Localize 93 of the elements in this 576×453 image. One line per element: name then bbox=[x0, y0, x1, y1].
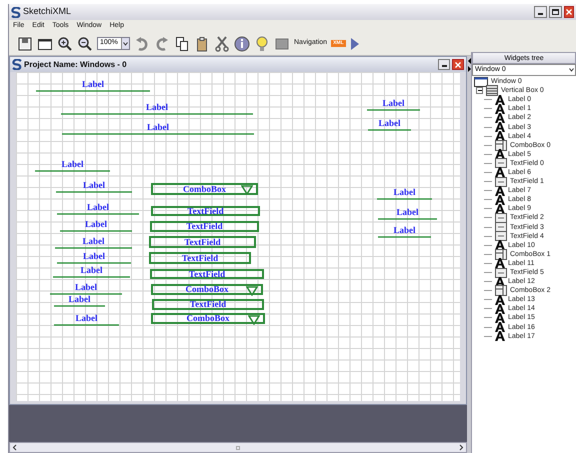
play-icon[interactable] bbox=[350, 36, 360, 50]
letter-a-icon bbox=[495, 122, 505, 132]
sketch-label: Label bbox=[82, 181, 105, 190]
combobox-icon bbox=[495, 285, 507, 296]
collapse-toggle-icon[interactable] bbox=[476, 87, 483, 94]
save-icon[interactable] bbox=[17, 36, 33, 52]
drawing-canvas[interactable]: Label Label Label Label Label Label Label ComboBox Label Label TextField Label Label TextField Label Label TextField Label TextField Label TextField Label ComboBox Label TextField Label ComboBox bbox=[16, 72, 460, 401]
sketch-label: Label bbox=[68, 295, 90, 304]
copy-icon[interactable] bbox=[174, 36, 190, 52]
sketch-label: Label bbox=[84, 220, 107, 229]
letter-a-icon bbox=[495, 304, 505, 314]
text-field-icon bbox=[495, 231, 507, 242]
text-field-icon bbox=[495, 268, 507, 278]
text-field-icon bbox=[495, 212, 507, 223]
sketch-label: Label bbox=[80, 266, 102, 275]
text-field-icon bbox=[495, 222, 507, 232]
close-icon bbox=[566, 9, 572, 15]
sketch-label: Label bbox=[75, 314, 98, 323]
letter-a-icon bbox=[495, 94, 505, 105]
combobox-icon bbox=[495, 248, 507, 260]
sketch-label: Label bbox=[396, 208, 418, 217]
app-logo-icon bbox=[11, 6, 21, 18]
stroke-line bbox=[54, 324, 119, 326]
sketch-label: Label bbox=[61, 160, 84, 169]
stroke-line bbox=[60, 230, 132, 232]
horizontal-scrollbar[interactable] bbox=[9, 442, 467, 453]
sketch-combobox: ComboBox bbox=[151, 183, 258, 195]
sketch-textfield: TextField bbox=[149, 236, 256, 248]
stroke-line bbox=[368, 129, 411, 131]
scissors-icon[interactable] bbox=[214, 36, 230, 52]
letter-a-icon bbox=[495, 194, 505, 205]
info-icon[interactable] bbox=[234, 36, 250, 52]
minimize-button[interactable] bbox=[438, 59, 450, 70]
sketch-textfield: TextField bbox=[151, 206, 260, 216]
stroke-line bbox=[54, 305, 105, 307]
undo-icon[interactable] bbox=[134, 36, 150, 52]
sketch-label: Label bbox=[146, 123, 169, 132]
zoom-in-icon[interactable] bbox=[57, 36, 73, 52]
window-title: SketchiXML bbox=[23, 5, 72, 18]
sketch-label: Label bbox=[74, 283, 97, 292]
sketch-textfield: TextField bbox=[150, 221, 259, 232]
letter-a-icon bbox=[495, 331, 505, 342]
sketch-label: Label bbox=[378, 119, 400, 128]
maximize-button[interactable] bbox=[549, 6, 562, 18]
stroke-line bbox=[378, 236, 431, 238]
caret-icon bbox=[123, 42, 128, 46]
sketch-label: Label bbox=[82, 237, 104, 246]
sketch-label: Label bbox=[82, 80, 104, 89]
triangle-icon bbox=[241, 185, 253, 195]
zoom-out-icon[interactable] bbox=[77, 36, 93, 52]
close-icon bbox=[455, 62, 461, 68]
letter-a-icon bbox=[495, 104, 505, 114]
paste-icon[interactable] bbox=[194, 36, 210, 52]
sketch-combobox: ComboBox bbox=[151, 284, 263, 295]
letter-a-icon bbox=[495, 322, 505, 332]
letter-a-icon bbox=[495, 294, 505, 305]
sketch-textfield: TextField bbox=[150, 269, 264, 279]
sketch-textfield: TextField bbox=[149, 252, 251, 264]
letter-a-icon bbox=[495, 112, 505, 123]
lightbulb-icon[interactable] bbox=[254, 36, 270, 52]
letter-a-icon bbox=[495, 186, 505, 196]
stroke-line bbox=[367, 109, 420, 111]
close-button[interactable] bbox=[452, 59, 464, 70]
sketch-label: Label bbox=[382, 99, 404, 108]
minimize-button[interactable] bbox=[534, 6, 547, 18]
stroke-line bbox=[378, 218, 437, 220]
letter-a-icon bbox=[495, 258, 505, 268]
sketch-label: Label bbox=[393, 188, 416, 197]
sketch-combobox: ComboBox bbox=[151, 313, 265, 324]
letter-a-icon bbox=[495, 167, 505, 178]
app-logo-icon bbox=[12, 59, 22, 70]
combobox-icon bbox=[495, 140, 507, 151]
stack-icon bbox=[486, 85, 498, 96]
sketch-label: Label bbox=[86, 203, 109, 212]
sketch-label: Label bbox=[146, 103, 168, 112]
triangle-icon bbox=[246, 286, 258, 296]
text-field-icon bbox=[495, 176, 507, 187]
square-icon[interactable] bbox=[274, 36, 290, 52]
text-field-icon bbox=[495, 158, 507, 168]
triangle-icon bbox=[248, 315, 260, 325]
stroke-line bbox=[377, 198, 432, 200]
stroke-line bbox=[50, 293, 122, 295]
frame-title: Project Name: Windows - 0 bbox=[24, 58, 127, 70]
window-icon bbox=[474, 76, 488, 87]
scroll-right-icon[interactable] bbox=[458, 444, 464, 451]
close-button[interactable] bbox=[564, 6, 574, 18]
scroll-left-icon[interactable] bbox=[12, 444, 18, 451]
sketch-label: Label bbox=[393, 226, 416, 235]
letter-a-icon bbox=[495, 312, 505, 323]
sketch-label: Label bbox=[82, 252, 105, 261]
caret-icon bbox=[569, 68, 574, 72]
letter-a-icon bbox=[495, 204, 505, 214]
sketch-textfield: TextField bbox=[152, 299, 264, 310]
